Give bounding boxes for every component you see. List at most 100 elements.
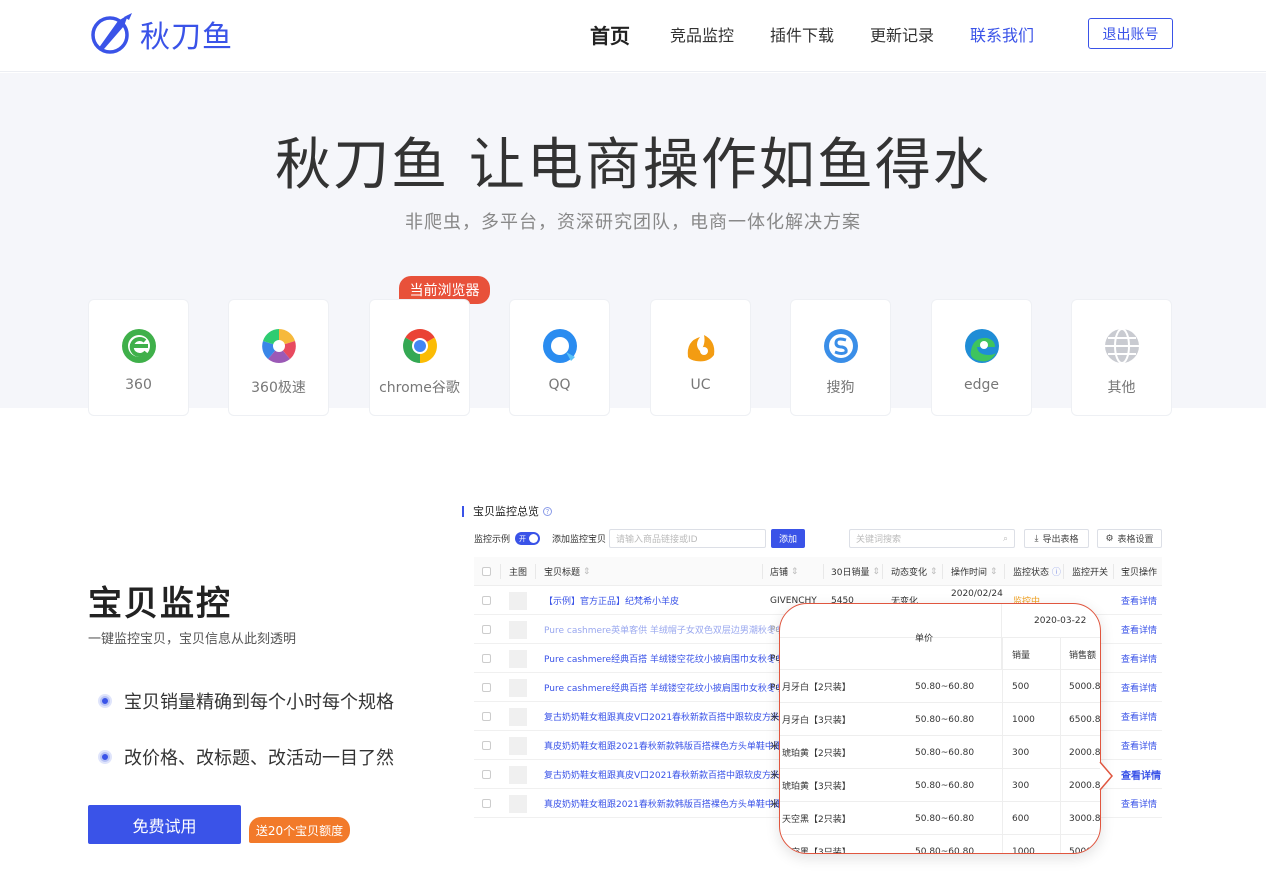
download-icon: ⤓: [1034, 533, 1039, 544]
browser-card-qq[interactable]: QQ: [509, 299, 610, 416]
nav-changelog[interactable]: 更新记录: [870, 22, 934, 46]
view-details-link[interactable]: 查看详情: [1121, 702, 1157, 731]
help-icon[interactable]: ?: [543, 506, 552, 516]
product-title[interactable]: Pure cashmere经典百搭 羊绒镂空花纹小披肩围巾女秋冬季...: [544, 644, 794, 673]
export-label: 导出表格: [1042, 535, 1079, 545]
column-header[interactable]: 30日销量 ⇕: [831, 557, 880, 586]
row-checkbox[interactable]: [482, 683, 491, 692]
popup-pointer-arrow-icon: [1099, 762, 1113, 790]
table-settings-button[interactable]: ⚙ 表格设置: [1097, 529, 1162, 548]
browser-card-uc[interactable]: UC: [650, 299, 751, 416]
uc-browser-icon: [687, 335, 714, 362]
logout-button[interactable]: 退出账号: [1088, 18, 1173, 49]
export-button[interactable]: ⤓ 导出表格: [1024, 529, 1089, 548]
view-details-link[interactable]: 查看详情: [1121, 789, 1157, 818]
column-header[interactable]: 店铺 ⇕: [770, 557, 798, 586]
keyword-search-input[interactable]: 关键词搜索 ⌕: [849, 529, 1015, 548]
browser-card-360-speed[interactable]: 360极速: [228, 299, 329, 416]
nav-plugin-download[interactable]: 插件下载: [770, 22, 834, 46]
bullet-dot-icon: [100, 696, 110, 706]
column-header: 监控开关: [1072, 568, 1109, 578]
spec-name: 月牙白【2只装】: [782, 683, 851, 693]
product-title[interactable]: 复古奶奶鞋女粗跟真皮V口2021春秋新款百搭中跟软皮方头...: [544, 760, 789, 789]
360-browser-icon: [121, 329, 156, 363]
monitor-toolbar: 监控示例 开 添加监控宝贝 请输入商品链接或ID 添加 关键词搜索 ⌕ ⤓ 导出…: [474, 529, 1164, 549]
view-details-link-highlight[interactable]: 查看详情: [1121, 760, 1161, 789]
browser-card-edge[interactable]: edge: [931, 299, 1032, 416]
spec-price: 50.80~60.80: [915, 846, 975, 854]
title-accent-bar: [462, 505, 464, 517]
view-details-link[interactable]: 查看详情: [1121, 731, 1157, 760]
nav-competitor-monitor[interactable]: 竞品监控: [670, 22, 734, 46]
row-checkbox[interactable]: [482, 596, 491, 605]
free-trial-button[interactable]: 免费试用: [88, 805, 241, 844]
spec-row: 琥珀黄【2只装】 50.80~60.80 300 2000.80: [780, 736, 1100, 769]
spec-row: 琥珀黄【3只装】 50.80~60.80 300 2000.80: [780, 769, 1101, 802]
logo[interactable]: 秋刀鱼: [88, 10, 233, 58]
select-all-checkbox[interactable]: [482, 567, 491, 576]
globe-icon: [1104, 328, 1139, 364]
nav-home[interactable]: 首页: [590, 20, 630, 49]
table-header: 主图 宝贝标题 ⇕ 店铺 ⇕ 30日销量 ⇕ 动态变化 ⇕ 操作时间 ⇕ 监控状…: [474, 557, 1162, 586]
browser-card-other[interactable]: 其他: [1071, 299, 1172, 416]
browser-name: edge: [964, 377, 999, 393]
browser-card-chrome[interactable]: chrome谷歌: [369, 299, 470, 416]
product-title[interactable]: 真皮奶奶鞋女粗跟2021春秋新款韩版百搭裸色方头单鞋中跟...: [544, 789, 792, 818]
spec-row: 月牙白【2只装】 50.80~60.80 500 5000.80: [780, 670, 1100, 703]
view-details-link[interactable]: 查看详情: [1121, 644, 1157, 673]
row-checkbox[interactable]: [482, 799, 491, 808]
spec-sales: 1000: [1012, 714, 1035, 725]
product-thumbnail: [509, 736, 527, 755]
sort-icon: ⇕: [790, 566, 799, 577]
spec-sales: 500: [1012, 681, 1030, 692]
row-checkbox[interactable]: [482, 741, 491, 750]
browser-name: 其他: [1107, 380, 1136, 396]
example-label: 监控示例: [474, 535, 511, 545]
product-thumbnail: [509, 765, 527, 784]
search-placeholder: 关键词搜索: [856, 535, 902, 545]
column-header[interactable]: 动态变化 ⇕: [891, 557, 937, 586]
spec-detail-popup: 单价 2020-03-22 销量 销售额 月牙白【2只装】 50.80~60.8…: [779, 603, 1101, 854]
spec-sales: 600: [1012, 813, 1030, 824]
add-button[interactable]: 添加: [771, 529, 805, 548]
product-title[interactable]: Pure cashmere英单客供 羊绒帽子女双色双层边男潮秋冬季...: [544, 615, 794, 644]
spec-sales: 1000: [1012, 846, 1035, 854]
row-checkbox[interactable]: [482, 654, 491, 663]
product-title[interactable]: Pure cashmere经典百搭 羊绒镂空花纹小披肩围巾女秋冬季...: [544, 673, 794, 702]
browser-card-sogou[interactable]: 搜狗: [790, 299, 891, 416]
example-switch[interactable]: 开: [515, 532, 540, 545]
settings-label: 表格设置: [1117, 535, 1154, 545]
spec-amount: 5000: [1069, 846, 1092, 854]
product-title[interactable]: 【示例】官方正品】纪梵希小羊皮: [544, 586, 679, 615]
view-details-link[interactable]: 查看详情: [1121, 586, 1157, 615]
product-title[interactable]: 复古奶奶鞋女粗跟真皮V口2021春秋新款百搭中跟软皮方头...: [544, 702, 789, 731]
spec-name: 天空黑【3只装】: [782, 848, 851, 854]
qq-browser-icon: [542, 329, 577, 363]
spec-amount: 2000.80: [1069, 780, 1101, 791]
spec-name: 琥珀黄【3只装】: [782, 782, 851, 792]
browser-card-360[interactable]: 360: [88, 299, 189, 416]
column-header: 监控状态 ⓘ: [1013, 557, 1061, 586]
row-checkbox[interactable]: [482, 625, 491, 634]
shop-name: 米: [770, 713, 780, 723]
view-details-link[interactable]: 查看详情: [1121, 673, 1157, 702]
feature-description: 一键监控宝贝，宝贝信息从此刻透明: [88, 632, 297, 647]
bullet-dot-icon: [100, 752, 110, 762]
spec-row: 月牙白【3只装】 50.80~60.80 1000 6500.80: [780, 703, 1100, 736]
sort-icon: ⇕: [989, 566, 998, 577]
product-title[interactable]: 真皮奶奶鞋女粗跟2021春秋新款韩版百搭裸色方头单鞋中跟...: [544, 731, 792, 760]
row-checkbox[interactable]: [482, 712, 491, 721]
column-header: 宝贝操作: [1121, 568, 1158, 578]
browser-name: UC: [690, 377, 711, 393]
add-item-input[interactable]: 请输入商品链接或ID: [609, 529, 766, 548]
nav-contact-us[interactable]: 联系我们: [970, 22, 1034, 46]
view-details-link[interactable]: 查看详情: [1121, 615, 1157, 644]
column-header[interactable]: 操作时间 ⇕: [951, 557, 997, 586]
spec-row: 天空黑【3只装】 50.80~60.80 1000 5000: [780, 835, 1100, 854]
date-header: 2020-03-22: [1034, 616, 1087, 626]
chrome-icon: [402, 329, 437, 363]
row-checkbox[interactable]: [482, 770, 491, 779]
popup-header-date-row: 单价 2020-03-22: [780, 604, 1100, 670]
feature-point-text: 改价格、改标题、改活动一目了然: [124, 748, 394, 769]
column-header[interactable]: 宝贝标题 ⇕: [544, 557, 590, 586]
